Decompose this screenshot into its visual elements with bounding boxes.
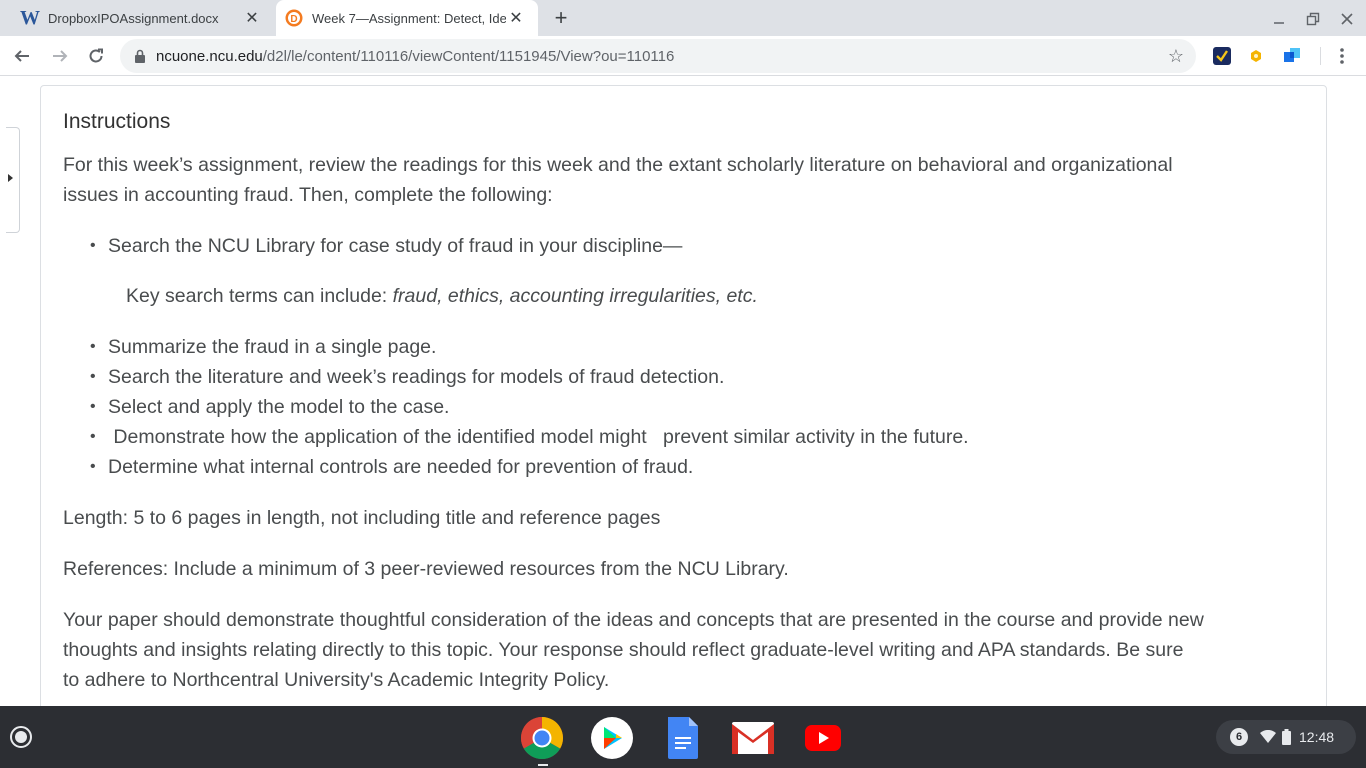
intro-line-2: issues in accounting fraud. Then, comple… [63, 184, 553, 206]
extension-blue-icon[interactable] [1282, 46, 1302, 66]
tab-dropbox-doc[interactable]: W DropboxIPOAssignment.docx ✕ [12, 0, 274, 36]
closing-line-2: thoughts and insights relating directly … [63, 639, 1184, 661]
chrome-icon[interactable] [520, 716, 564, 760]
gmail-icon[interactable] [731, 716, 775, 760]
bullet-item: Summarize the fraud in a single page. [90, 332, 436, 362]
launcher-icon[interactable] [10, 726, 32, 748]
instructions-heading: Instructions [63, 110, 171, 133]
back-icon[interactable] [10, 44, 34, 68]
youtube-icon[interactable] [801, 716, 845, 760]
notification-badge: 6 [1230, 728, 1248, 746]
bullet-item: Demonstrate how the application of the i… [90, 422, 969, 452]
intro-line-1: For this week’s assignment, review the r… [63, 154, 1173, 176]
new-tab-icon[interactable]: + [549, 5, 573, 30]
length-text: Length: 5 to 6 pages in length, not incl… [63, 507, 661, 529]
tab-strip: W DropboxIPOAssignment.docx ✕ D Week 7—A… [0, 0, 1366, 36]
minimize-icon[interactable] [1268, 8, 1290, 30]
separator [1318, 46, 1322, 66]
close-window-icon[interactable] [1336, 8, 1358, 30]
active-app-indicator [538, 764, 548, 766]
bullet-item: Select and apply the model to the case. [90, 392, 450, 422]
sidebar-toggle[interactable] [6, 127, 20, 233]
word-icon: W [20, 6, 40, 29]
tab-title: DropboxIPOAssignment.docx [48, 10, 219, 26]
url-host: ncuone.ncu.edu [156, 48, 263, 65]
close-icon[interactable]: ✕ [506, 8, 526, 28]
search-terms: Key search terms can include: fraud, eth… [126, 281, 758, 311]
reload-icon[interactable] [84, 44, 108, 68]
tab-title: Week 7—Assignment: Detect, Ide [312, 10, 506, 26]
url-path: /d2l/le/content/110116/viewContent/11519… [262, 48, 675, 65]
bullet-item: Search the NCU Library for case study of… [90, 231, 682, 261]
d2l-icon: D [284, 8, 304, 28]
search-terms-italic: fraud, ethics, accounting irregularities… [392, 285, 758, 307]
bookmark-star-icon[interactable]: ☆ [1166, 46, 1186, 66]
expand-arrow-icon [8, 174, 13, 182]
url-text: ncuone.ncu.edu/d2l/le/content/110116/vie… [156, 48, 674, 65]
page-content: Instructions For this week’s assignment,… [0, 77, 1366, 725]
browser-toolbar: ncuone.ncu.edu/d2l/le/content/110116/vie… [0, 36, 1366, 76]
extension-honey-icon[interactable] [1246, 46, 1266, 66]
tab-week7-assignment[interactable]: D Week 7—Assignment: Detect, Ide ✕ [276, 0, 538, 36]
lock-icon [135, 49, 145, 63]
closing-line-3: to adhere to Northcentral University's A… [63, 669, 610, 691]
play-store-icon[interactable] [590, 716, 634, 760]
battery-icon [1282, 729, 1291, 745]
bullet-item: Search the literature and week’s reading… [90, 362, 724, 392]
references-text: References: Include a minimum of 3 peer-… [63, 558, 789, 580]
close-icon[interactable]: ✕ [242, 8, 262, 28]
system-tray[interactable]: 6 12:48 [1216, 720, 1356, 754]
closing-line-1: Your paper should demonstrate thoughtful… [63, 609, 1204, 631]
wifi-icon [1260, 730, 1276, 744]
docs-icon[interactable] [661, 716, 705, 760]
clock-time: 12:48 [1299, 729, 1335, 745]
restore-icon[interactable] [1302, 8, 1324, 30]
svg-text:D: D [290, 14, 297, 25]
menu-dots-icon[interactable] [1332, 46, 1352, 66]
extension-check-icon[interactable] [1212, 46, 1232, 66]
forward-icon[interactable] [48, 44, 72, 68]
bullet-item: Determine what internal controls are nee… [90, 452, 693, 482]
screen: W DropboxIPOAssignment.docx ✕ D Week 7—A… [0, 0, 1366, 768]
os-shelf: 6 12:48 [0, 706, 1366, 768]
instructions-panel: Instructions For this week’s assignment,… [40, 85, 1327, 725]
search-terms-label: Key search terms can include: [126, 285, 393, 307]
address-bar[interactable]: ncuone.ncu.edu/d2l/le/content/110116/vie… [120, 39, 1196, 73]
